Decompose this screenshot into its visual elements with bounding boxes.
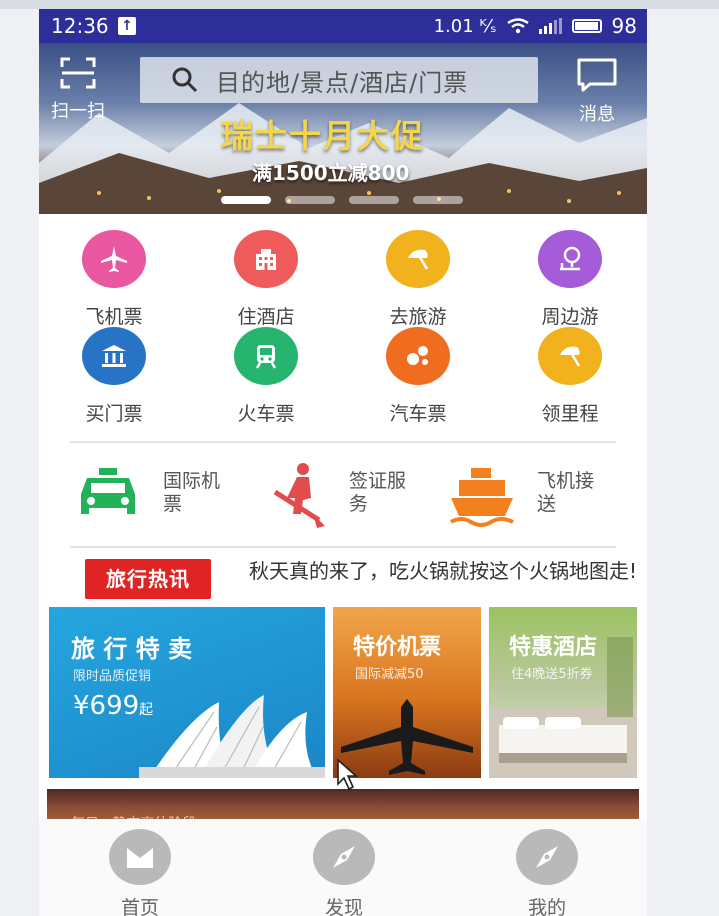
worker-icon — [273, 463, 325, 528]
status-right: 1.01 ᴷ⁄ₛ 98 — [434, 14, 637, 38]
tab-profile[interactable]: 我的 — [507, 829, 587, 916]
category-label: 飞机票 — [85, 306, 143, 328]
airplane-icon — [82, 230, 146, 288]
category-label: 周边游 — [541, 306, 599, 328]
category-label: 汽车票 — [389, 403, 447, 425]
category-label: 买门票 — [85, 403, 143, 425]
divider — [70, 546, 616, 548]
service-label: 签证服务 — [349, 470, 407, 515]
umbrella-icon — [538, 327, 602, 385]
price-value: ¥699 — [73, 691, 140, 721]
tab-label: 发现 — [324, 897, 363, 916]
scan-label: 扫一扫 — [51, 101, 105, 122]
card-price: ¥699起 — [73, 691, 153, 721]
promo-card-hotel-deal[interactable]: 特惠酒店 住4晚送5折券 — [489, 607, 637, 778]
category-bus[interactable]: 汽车票 — [368, 327, 468, 426]
top-strip — [0, 0, 719, 9]
pager-dot[interactable] — [285, 196, 335, 204]
battery-level: 98 — [611, 14, 637, 38]
promo-card-travel-sale[interactable]: 旅 行 特 卖 限时品质促销 ¥699起 — [49, 607, 325, 778]
tree-icon — [538, 230, 602, 288]
home-icon — [109, 829, 171, 885]
news-headline[interactable]: 秋天真的来了，吃火锅就按这个火锅地图走! — [249, 559, 639, 584]
ship-icon — [449, 468, 514, 527]
status-time: 12:36 — [51, 14, 109, 38]
pager-dot[interactable] — [413, 196, 463, 204]
network-speed: 1.01 ᴷ⁄ₛ — [433, 15, 497, 37]
compass-icon — [516, 829, 578, 885]
category-travel[interactable]: 去旅游 — [368, 230, 468, 329]
category-hotel[interactable]: 住酒店 — [216, 230, 316, 329]
tab-label: 首页 — [120, 897, 159, 916]
promo-banner[interactable]: 扫一扫 目的地/景点/酒店/门票 消息 瑞士十月大促 满1500立减800 — [39, 43, 647, 214]
message-label: 消息 — [579, 104, 615, 125]
divider — [70, 441, 616, 443]
museum-icon — [82, 327, 146, 385]
category-label: 住酒店 — [237, 306, 295, 328]
card-title: 特惠酒店 — [509, 635, 598, 660]
umbrella-icon — [386, 230, 450, 288]
bottom-tab-bar: 首页 发现 我的 — [39, 819, 647, 916]
tab-label: 我的 — [527, 897, 566, 916]
card-subtitle: 国际减减50 — [355, 667, 424, 682]
phone-screen: 12:36 ↑ 1.01 ᴷ⁄ₛ 98 扫一扫 目的地/景点/酒店/门票 消息 … — [39, 9, 647, 916]
banner-pager — [221, 196, 463, 204]
dots-icon — [386, 327, 450, 385]
service-label: 飞机接送 — [537, 470, 595, 515]
banner-subtitle: 满1500立减800 — [252, 161, 410, 185]
pager-dot[interactable] — [221, 196, 271, 204]
price-suffix: 起 — [139, 702, 154, 718]
category-flight[interactable]: 飞机票 — [64, 230, 164, 329]
taxi-icon — [81, 468, 135, 514]
signal-icon — [538, 18, 562, 34]
mouse-cursor-icon — [337, 758, 359, 791]
news-badge: 旅行热讯 — [85, 559, 211, 599]
category-label: 领里程 — [541, 403, 599, 425]
train-icon — [234, 327, 298, 385]
wifi-icon — [506, 18, 529, 34]
upload-icon: ↑ — [118, 17, 136, 35]
compass-icon — [313, 829, 375, 885]
card-title: 特价机票 — [353, 635, 442, 660]
promo-card-flight-deal[interactable]: 特价机票 国际减减50 — [333, 607, 481, 778]
service-label: 国际机票 — [163, 470, 221, 515]
tab-home[interactable]: 首页 — [100, 829, 180, 916]
pager-dot[interactable] — [349, 196, 399, 204]
scan-button[interactable]: 扫一扫 — [50, 57, 106, 123]
category-label: 去旅游 — [389, 306, 447, 328]
search-icon — [172, 67, 198, 93]
main-content: 飞机票 住酒店 去旅游 周边游 买门票 火车票 汽车票 领里程 国际机票 签证服… — [39, 214, 647, 832]
message-icon — [577, 58, 617, 92]
battery-icon — [571, 19, 602, 33]
card-subtitle: 限时品质促销 — [73, 669, 152, 684]
card-subtitle: 住4晚送5折券 — [511, 667, 593, 682]
banner-title: 瑞士十月大促 — [221, 117, 426, 155]
building-icon — [234, 230, 298, 288]
category-mileage[interactable]: 领里程 — [520, 327, 620, 426]
search-input[interactable]: 目的地/景点/酒店/门票 — [140, 57, 538, 103]
tab-discover[interactable]: 发现 — [304, 829, 384, 916]
category-tickets[interactable]: 买门票 — [64, 327, 164, 426]
card-title: 旅 行 特 卖 — [71, 635, 193, 663]
category-train[interactable]: 火车票 — [216, 327, 316, 426]
status-bar: 12:36 ↑ 1.01 ᴷ⁄ₛ 98 — [39, 9, 647, 43]
search-placeholder: 目的地/景点/酒店/门票 — [216, 68, 469, 97]
category-nearby[interactable]: 周边游 — [520, 230, 620, 329]
message-button[interactable]: 消息 — [565, 57, 629, 126]
scan-icon — [60, 57, 96, 89]
category-label: 火车票 — [237, 403, 295, 425]
